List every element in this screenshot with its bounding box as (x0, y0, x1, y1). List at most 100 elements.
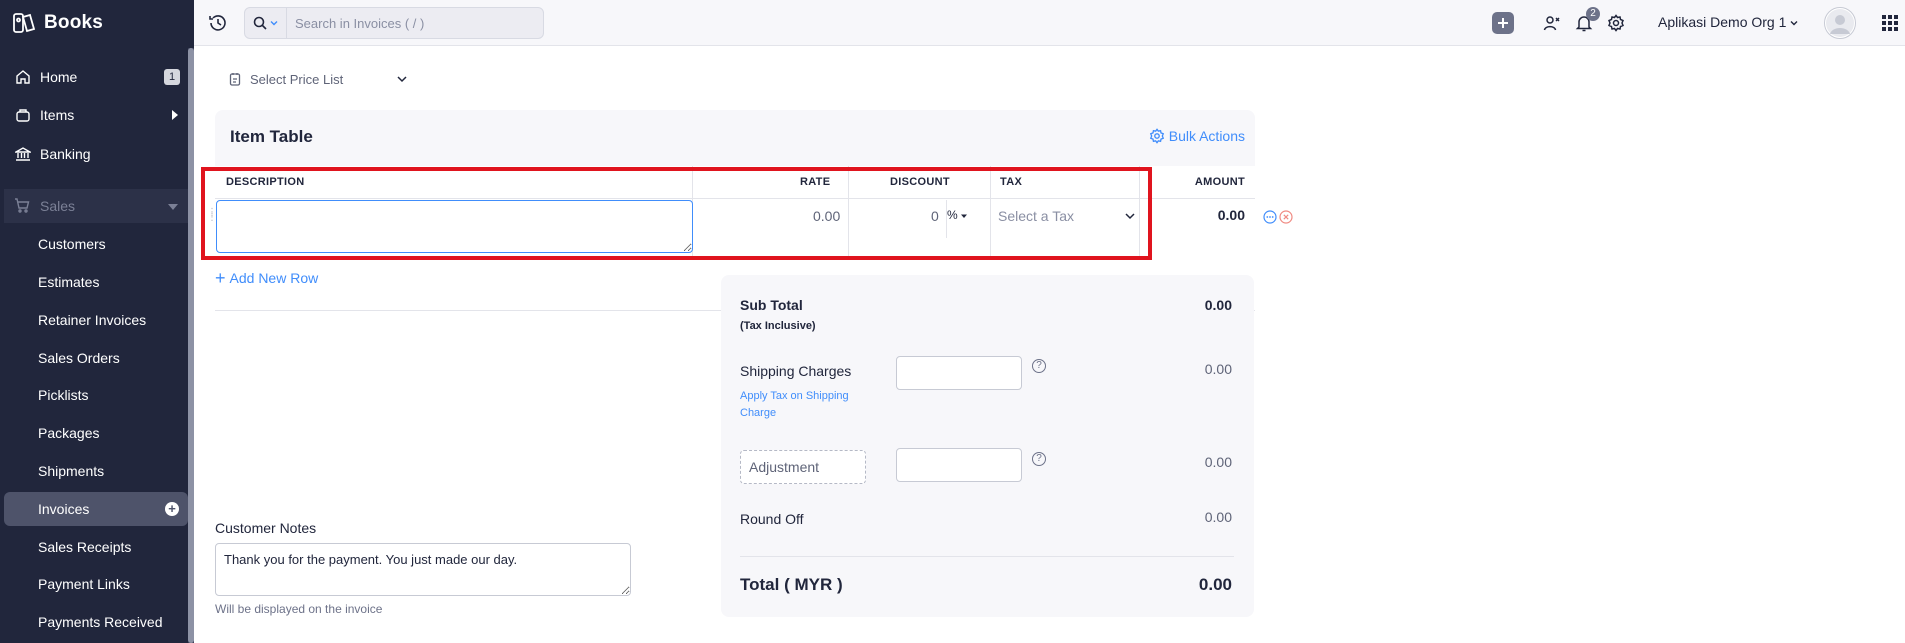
sidebar-item-label: Banking (40, 146, 91, 162)
settings-gear-icon[interactable] (1606, 13, 1626, 33)
total-value: 0.00 (1198, 575, 1232, 594)
column-header-amount: AMOUNT (1194, 176, 1245, 188)
basket-icon (14, 106, 32, 124)
notifications-bell-icon[interactable]: 2 (1574, 7, 1600, 33)
collapse-caret-icon (168, 204, 178, 210)
apply-tax-shipping-link[interactable]: Apply Tax on Shipping Charge (740, 388, 880, 422)
help-icon[interactable]: ? (1032, 452, 1046, 466)
tax-placeholder: Select a Tax (998, 208, 1075, 224)
shipping-charges-label: Shipping Charges (740, 363, 852, 379)
sidebar-item-sales-orders[interactable]: Sales Orders (4, 341, 188, 375)
organization-switcher[interactable]: Aplikasi Demo Org 1 (1658, 14, 1798, 30)
app-switcher-grid-icon[interactable] (1882, 15, 1898, 31)
sidebar-item-label: Customers (38, 236, 106, 252)
search-scope-button[interactable] (245, 8, 287, 38)
sidebar-item-label: Estimates (38, 274, 100, 290)
chevron-down-icon (1790, 21, 1798, 26)
customer-notes-label: Customer Notes (215, 520, 317, 536)
search-icon (253, 16, 267, 30)
sidebar-scrollbar[interactable] (188, 48, 194, 643)
sidebar: Books Home 1 Items Banking Sales Custome… (0, 0, 194, 643)
caret-down-icon (961, 214, 968, 218)
customer-notes-input[interactable]: Thank you for the payment. You just made… (215, 543, 631, 596)
sidebar-item-label: Packages (38, 425, 100, 441)
tax-select[interactable]: Select a Tax (998, 208, 1138, 224)
sidebar-item-picklists[interactable]: Picklists (4, 378, 188, 412)
sidebar-item-items[interactable]: Items (4, 98, 188, 132)
round-off-value: 0.00 (1204, 509, 1232, 525)
price-list-select[interactable]: Select Price List (228, 68, 408, 90)
bulk-actions-button[interactable]: Bulk Actions (1149, 128, 1245, 144)
discount-unit-select[interactable]: % (947, 208, 968, 222)
gear-icon (1149, 128, 1164, 144)
more-options-icon[interactable] (1263, 210, 1277, 224)
sub-total-label: Sub Total (740, 297, 803, 313)
item-table: Item Table Bulk Actions DESCRIPTION RATE… (207, 110, 1255, 311)
price-list-label: Select Price List (250, 71, 344, 87)
sidebar-item-shipments[interactable]: Shipments (4, 454, 188, 488)
tax-inclusive-label: (Tax Inclusive) (740, 320, 816, 332)
row-actions (1263, 210, 1293, 224)
sidebar-section-label: Sales (40, 198, 76, 214)
sidebar-item-payment-links[interactable]: Payment Links (4, 567, 188, 601)
chevron-down-icon (397, 76, 407, 83)
price-list-icon (229, 73, 241, 86)
total-label: Total ( MYR ) (740, 575, 843, 594)
remove-row-icon[interactable] (1279, 210, 1293, 224)
sidebar-item-label: Items (40, 107, 75, 123)
item-description-input[interactable] (216, 200, 693, 253)
adjustment-label-input[interactable] (740, 450, 866, 484)
user-avatar[interactable] (1824, 7, 1856, 39)
discount-value[interactable]: 0 (931, 208, 939, 224)
recent-history-icon[interactable] (208, 13, 228, 33)
shipping-charges-input[interactable] (896, 356, 1022, 390)
org-name: Aplikasi Demo Org 1 (1658, 14, 1787, 30)
home-badge: 1 (164, 69, 180, 85)
sidebar-item-label: Invoices (38, 501, 90, 517)
quick-create-plus-icon[interactable] (1492, 12, 1514, 34)
top-header: 2 Aplikasi Demo Org 1 (194, 0, 1905, 46)
cart-icon (14, 197, 32, 215)
round-off-label: Round Off (740, 511, 804, 527)
sidebar-item-label: Payments Received (38, 614, 163, 630)
column-divider (990, 166, 991, 256)
sidebar-item-packages[interactable]: Packages (4, 416, 188, 450)
search-input[interactable] (287, 8, 537, 38)
sidebar-item-label: Sales Orders (38, 350, 120, 366)
sidebar-item-customers[interactable]: Customers (4, 227, 188, 261)
search-bar (244, 7, 544, 39)
item-table-title: Item Table (230, 127, 313, 146)
sidebar-item-estimates[interactable]: Estimates (4, 265, 188, 299)
help-icon[interactable]: ? (1032, 359, 1046, 373)
chevron-down-icon (1125, 213, 1135, 220)
chevron-down-icon (270, 21, 278, 26)
column-header-rate: RATE (800, 176, 831, 188)
bulk-actions-label: Bulk Actions (1168, 128, 1245, 144)
add-new-row-button[interactable]: + Add New Row (215, 269, 319, 287)
adjustment-input[interactable] (896, 448, 1022, 482)
sidebar-section-sales[interactable]: Sales (4, 189, 188, 223)
sidebar-item-retainer-invoices[interactable]: Retainer Invoices (4, 303, 188, 337)
column-divider (848, 166, 849, 256)
sidebar-item-banking[interactable]: Banking (4, 137, 188, 171)
expand-arrow-icon (172, 110, 178, 120)
column-header-tax: TAX (1000, 176, 1023, 188)
add-new-row-label: Add New Row (229, 270, 319, 286)
sidebar-item-invoices[interactable]: Invoices + (4, 492, 188, 526)
brand[interactable]: Books (0, 0, 194, 46)
adjustment-value: 0.00 (1204, 454, 1232, 470)
sidebar-item-home[interactable]: Home 1 (4, 60, 188, 94)
sidebar-item-sales-receipts[interactable]: Sales Receipts (4, 530, 188, 564)
totals-panel: Sub Total (Tax Inclusive) 0.00 Shipping … (721, 275, 1254, 617)
column-divider (1139, 166, 1140, 256)
sidebar-item-label: Retainer Invoices (38, 312, 147, 328)
amount-value: 0.00 (1217, 207, 1245, 223)
sidebar-item-payments-received[interactable]: Payments Received (4, 605, 188, 639)
discount-unit-label: % (947, 208, 958, 222)
books-logo-icon (13, 13, 36, 33)
new-invoice-plus-icon[interactable]: + (165, 502, 179, 516)
shipping-charges-value: 0.00 (1204, 361, 1232, 377)
refer-users-icon[interactable] (1542, 13, 1562, 33)
rate-value[interactable]: 0.00 (813, 208, 840, 224)
sidebar-item-label: Shipments (38, 463, 105, 479)
